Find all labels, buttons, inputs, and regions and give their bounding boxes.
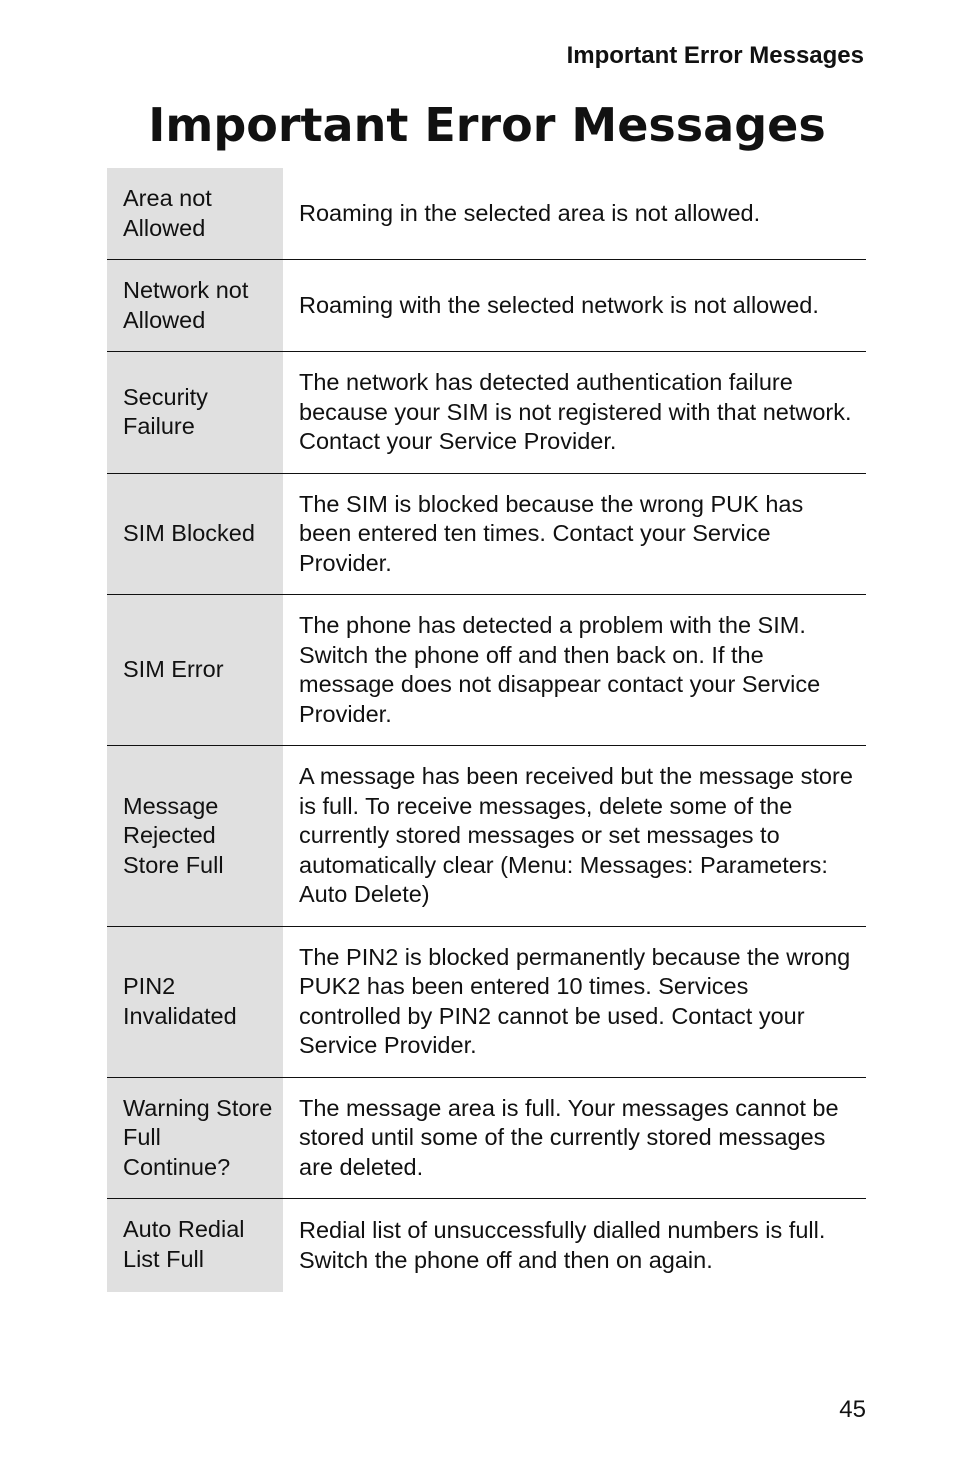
error-description: The PIN2 is blocked permanently because …: [283, 926, 866, 1078]
table-row: SIM Blocked The SIM is blocked because t…: [107, 473, 866, 595]
page-title: Important Error Messages: [148, 98, 826, 152]
error-description: Redial list of unsuccessfully dialled nu…: [299, 1217, 826, 1273]
table-row: Warning Store Full Continue? The message…: [107, 1077, 866, 1199]
error-term: SIM Error: [107, 594, 283, 746]
table-row: Area not Allowed Roaming in the selected…: [107, 168, 866, 260]
error-term: PIN2 Invalidated: [107, 926, 283, 1078]
error-description: Roaming with the selected network is not…: [283, 259, 866, 352]
error-term: Security Failure: [107, 351, 283, 474]
error-description: The phone has detected a problem with th…: [283, 594, 866, 746]
error-description: The message area is full. Your messages …: [283, 1077, 866, 1199]
error-term: SIM Blocked: [107, 473, 283, 595]
table-row: Security Failure The network has detecte…: [107, 351, 866, 474]
error-term: Area not Allowed: [107, 168, 283, 260]
table-row: Network not Allowed Roaming with the sel…: [107, 259, 866, 352]
error-description: A message has been received but the mess…: [283, 745, 866, 927]
error-description: Roaming in the selected area is not allo…: [283, 168, 866, 260]
table-row: Message Rejected Store Full A message ha…: [107, 745, 866, 927]
table-row: SIM Error The phone has detected a probl…: [107, 594, 866, 746]
error-description: The SIM is blocked because the wrong PUK…: [283, 473, 866, 595]
error-description: The network has detected authentication …: [283, 351, 866, 474]
table-row: Auto Redial List Full Redial list of uns…: [107, 1198, 866, 1292]
error-term: Message Rejected Store Full: [107, 745, 283, 927]
error-term: Warning Store Full Continue?: [107, 1077, 283, 1199]
page-number: 45: [839, 1396, 866, 1423]
error-term: Auto Redial List Full: [107, 1198, 283, 1292]
running-header: Important Error Messages: [566, 42, 864, 69]
error-messages-table: Area not Allowed Roaming in the selected…: [107, 168, 866, 1292]
table-row: PIN2 Invalidated The PIN2 is blocked per…: [107, 926, 866, 1078]
error-term: Network not Allowed: [107, 259, 283, 352]
